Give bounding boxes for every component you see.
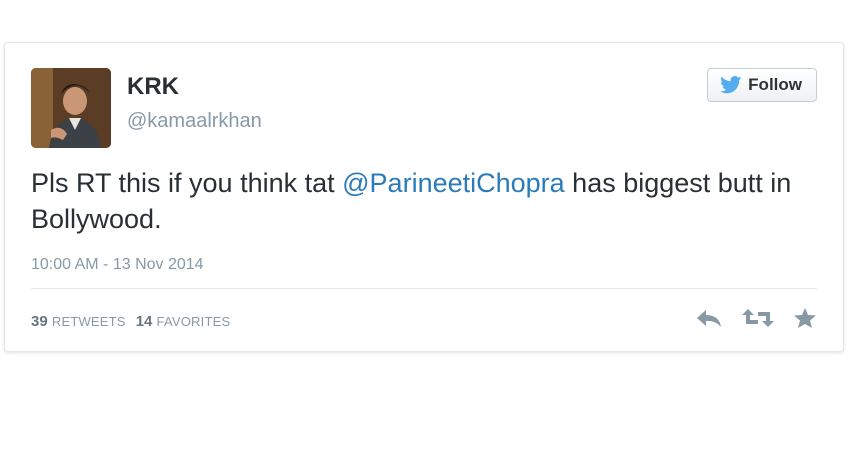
retweets-label: RETWEETS xyxy=(51,314,126,329)
retweets-stat[interactable]: 39 RETWEETS xyxy=(31,313,126,330)
follow-button[interactable]: Follow xyxy=(707,68,817,102)
favorites-count: 14 xyxy=(135,313,153,330)
user-handle[interactable]: @kamaalrkhan xyxy=(127,110,262,133)
tweet-text-before: Pls RT this if you think tat xyxy=(31,168,343,198)
tweet-text: Pls RT this if you think tat @ParineetiC… xyxy=(31,165,821,237)
tweet-card: KRK @kamaalrkhan Follow Pls RT this if y… xyxy=(4,42,844,352)
favorites-label: FAVORITES xyxy=(156,314,231,329)
follow-label: Follow xyxy=(748,75,802,94)
twitter-bird-icon xyxy=(720,76,742,94)
tweet-actions xyxy=(695,307,817,329)
reply-icon[interactable] xyxy=(695,307,723,329)
mention-link[interactable]: @ParineetiChopra xyxy=(342,168,565,198)
retweets-count: 39 xyxy=(31,313,48,330)
favorite-star-icon[interactable] xyxy=(793,307,817,329)
user-name[interactable]: KRK xyxy=(127,73,179,101)
tweet-stats: 39 RETWEETS 14 FAVORITES xyxy=(31,313,230,330)
divider xyxy=(31,288,817,289)
timestamp[interactable]: 10:00 AM - 13 Nov 2014 xyxy=(31,256,204,274)
avatar[interactable] xyxy=(31,68,111,148)
retweet-icon[interactable] xyxy=(741,307,775,329)
favorites-stat[interactable]: 14 FAVORITES xyxy=(136,313,231,330)
